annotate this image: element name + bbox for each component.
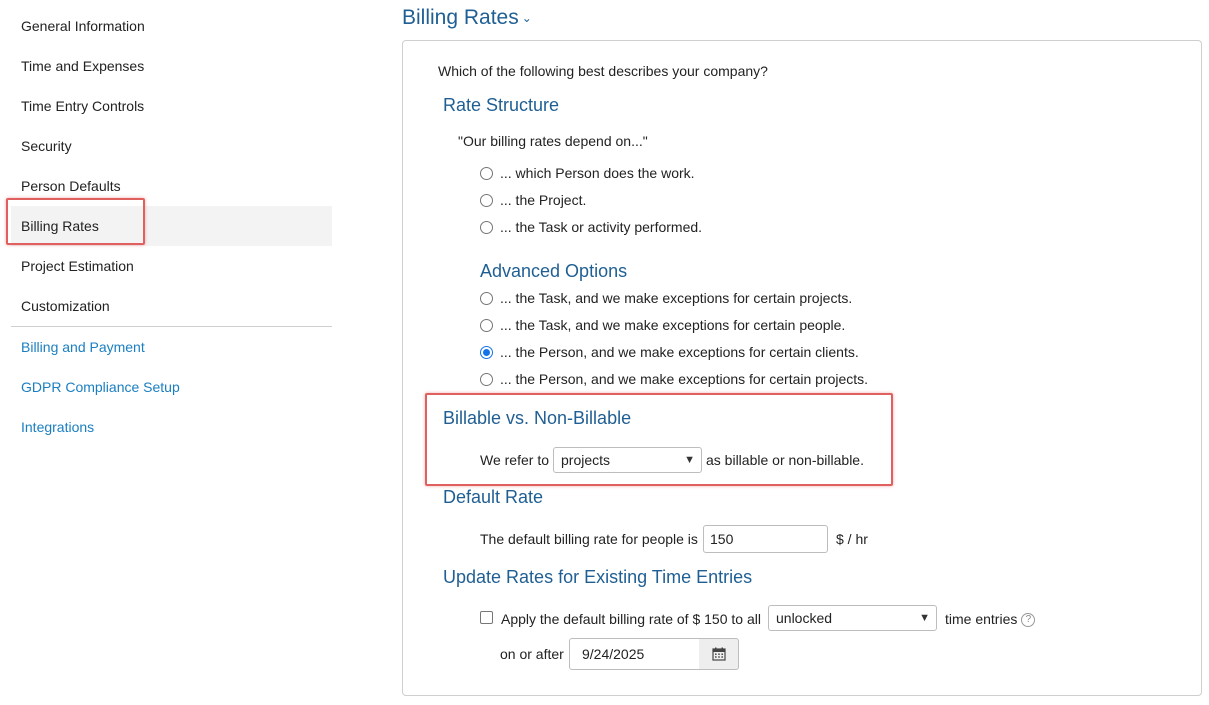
sidebar-item-time-entry-controls[interactable]: Time Entry Controls	[11, 86, 332, 126]
rate-structure-lead: "Our billing rates depend on..."	[458, 133, 648, 149]
entries-suffix: time entries	[945, 611, 1018, 627]
radio-button[interactable]	[480, 372, 493, 386]
sidebar-item-general-information[interactable]: General Information	[11, 6, 332, 46]
entries-lock-select-value: unlocked	[776, 610, 833, 626]
radio-button[interactable]	[480, 166, 493, 180]
radio-option-project[interactable]: ... the Project.	[480, 192, 586, 208]
default-rate-label: The default billing rate for people is	[480, 531, 698, 547]
sidebar-link-integrations[interactable]: Integrations	[11, 407, 332, 447]
radio-button[interactable]	[480, 318, 493, 332]
sidebar-item-project-estimation[interactable]: Project Estimation	[11, 246, 332, 286]
radio-label: ... the Task, and we make exceptions for…	[500, 317, 846, 333]
radio-button[interactable]	[480, 193, 493, 207]
radio-option-person[interactable]: ... which Person does the work.	[480, 165, 695, 181]
radio-label: ... the Person, and we make exceptions f…	[500, 371, 869, 387]
radio-option-person-exc-clients[interactable]: ... the Person, and we make exceptions f…	[480, 344, 859, 360]
billable-prefix: We refer to	[480, 452, 549, 468]
sidebar-item-security[interactable]: Security	[11, 126, 332, 166]
billable-suffix: as billable or non-billable.	[706, 452, 864, 468]
apply-default-rate-checkbox[interactable]	[480, 611, 493, 624]
radio-button[interactable]	[480, 220, 493, 234]
radio-label: ... the Person, and we make exceptions f…	[500, 344, 859, 360]
page-title[interactable]: Billing Rates ⌄	[402, 6, 532, 30]
company-question: Which of the following best describes yo…	[438, 63, 768, 79]
radio-label: ... the Task or activity performed.	[500, 219, 703, 235]
calendar-button[interactable]	[699, 638, 739, 670]
entries-lock-select[interactable]: unlocked ▼	[768, 605, 937, 631]
apply-default-rate-label: Apply the default billing rate of $ 150 …	[501, 611, 761, 627]
advanced-options-heading: Advanced Options	[480, 261, 628, 281]
entries-suffix-wrap: time entries?	[945, 611, 1036, 628]
default-rate-unit: $ / hr	[836, 531, 868, 547]
rate-structure-heading: Rate Structure	[443, 95, 560, 115]
date-input[interactable]: 9/24/2025	[569, 638, 700, 670]
sidebar-link-gdpr-compliance-setup[interactable]: GDPR Compliance Setup	[11, 367, 332, 407]
chevron-down-icon: ⌄	[521, 11, 532, 26]
chevron-down-icon: ▼	[684, 454, 695, 466]
billable-select-value: projects	[561, 452, 611, 468]
billable-select[interactable]: projects ▼	[553, 447, 702, 473]
radio-label: ... the Project.	[500, 192, 587, 208]
chevron-down-icon: ▼	[919, 612, 930, 624]
sidebar-item-customization[interactable]: Customization	[11, 286, 332, 326]
radio-option-task-exc-projects[interactable]: ... the Task, and we make exceptions for…	[480, 290, 852, 306]
help-icon[interactable]: ?	[1021, 613, 1036, 628]
radio-option-person-exc-projects[interactable]: ... the Person, and we make exceptions f…	[480, 371, 868, 387]
sidebar-item-billing-rates[interactable]: Billing Rates	[11, 206, 332, 246]
radio-button[interactable]	[480, 291, 493, 305]
radio-label: ... which Person does the work.	[500, 165, 695, 181]
default-rate-heading: Default Rate	[443, 487, 544, 507]
sidebar-link-billing-and-payment[interactable]: Billing and Payment	[11, 327, 332, 367]
radio-option-task[interactable]: ... the Task or activity performed.	[480, 219, 702, 235]
radio-label: ... the Task, and we make exceptions for…	[500, 290, 853, 306]
billable-heading: Billable vs. Non-Billable	[443, 408, 632, 428]
default-rate-input[interactable]: 150	[703, 525, 828, 553]
calendar-icon	[711, 647, 726, 661]
page-title-text: Billing Rates	[402, 6, 519, 29]
sidebar-item-time-and-expenses[interactable]: Time and Expenses	[11, 46, 332, 86]
settings-sidebar: General Information Time and Expenses Ti…	[11, 6, 332, 447]
radio-button-selected[interactable]	[480, 345, 493, 359]
update-rates-heading: Update Rates for Existing Time Entries	[443, 567, 753, 587]
date-label: on or after	[500, 646, 564, 662]
sidebar-item-person-defaults[interactable]: Person Defaults	[11, 166, 332, 206]
radio-option-task-exc-people[interactable]: ... the Task, and we make exceptions for…	[480, 317, 845, 333]
